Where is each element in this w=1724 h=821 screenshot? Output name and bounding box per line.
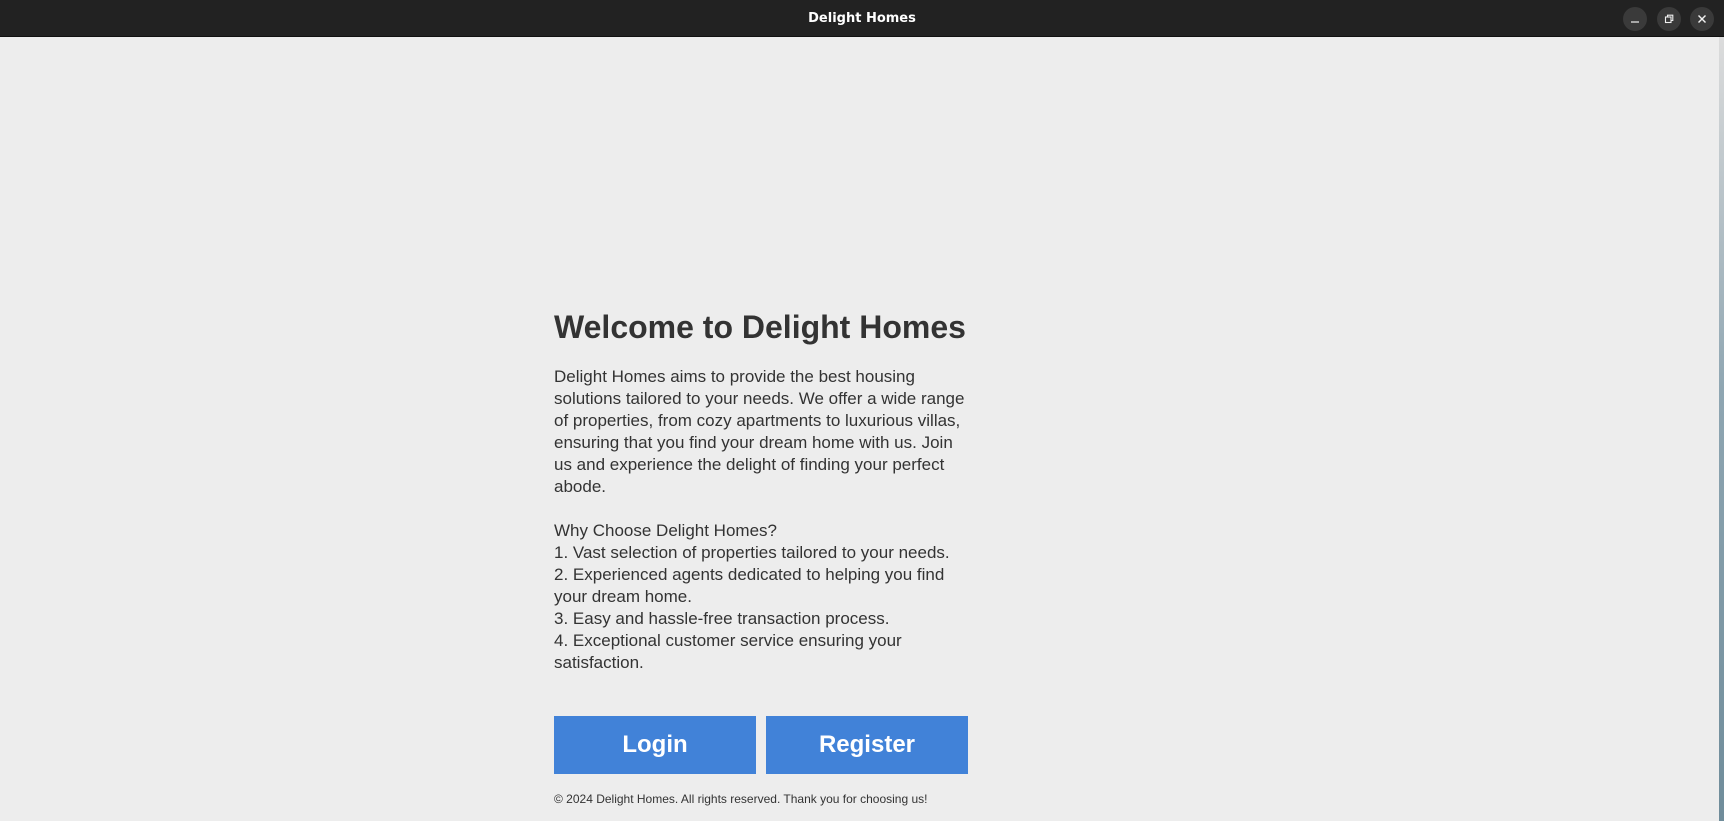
reason-item: 4. Exceptional customer service ensuring… xyxy=(554,631,902,672)
window-edge xyxy=(1719,37,1724,821)
description: Delight Homes aims to provide the best h… xyxy=(554,366,968,674)
window-title: Delight Homes xyxy=(808,11,916,26)
register-button[interactable]: Register xyxy=(766,716,968,774)
page-title: Welcome to Delight Homes xyxy=(554,309,966,345)
welcome-panel: Welcome to Delight Homes Delight Homes a… xyxy=(554,302,968,674)
reason-item: 3. Easy and hassle-free transaction proc… xyxy=(554,609,890,628)
minimize-icon xyxy=(1630,14,1640,24)
reason-item: 1. Vast selection of properties tailored… xyxy=(554,543,950,562)
why-heading: Why Choose Delight Homes? xyxy=(554,521,777,540)
minimize-button[interactable] xyxy=(1623,7,1647,31)
action-buttons: Login Register xyxy=(554,716,968,774)
title-bar[interactable]: Delight Homes xyxy=(0,0,1724,37)
intro-text: Delight Homes aims to provide the best h… xyxy=(554,367,965,496)
footer-text: © 2024 Delight Homes. All rights reserve… xyxy=(554,792,928,806)
login-button[interactable]: Login xyxy=(554,716,756,774)
close-button[interactable] xyxy=(1690,7,1714,31)
restore-button[interactable] xyxy=(1657,7,1681,31)
close-icon xyxy=(1697,14,1707,24)
reason-item: 2. Experienced agents dedicated to helpi… xyxy=(554,565,945,606)
restore-icon xyxy=(1664,14,1674,24)
app-window: Delight Homes Welcome to Delight Homes D… xyxy=(0,0,1724,821)
